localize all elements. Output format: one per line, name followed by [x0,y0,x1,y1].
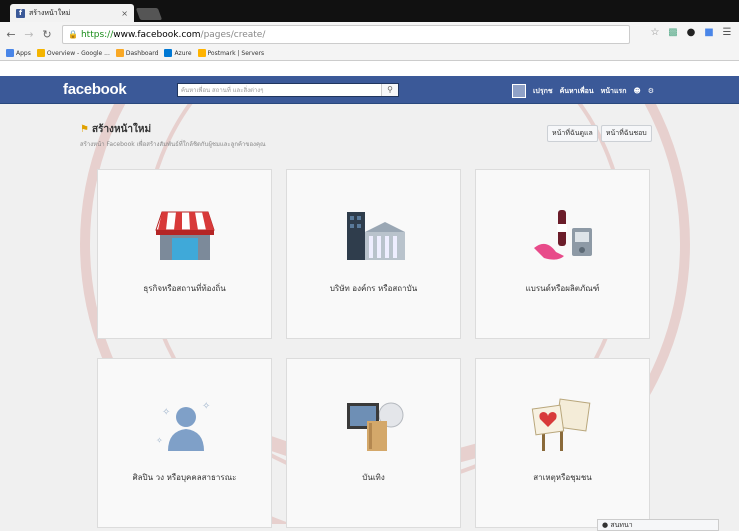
bookmark-overview[interactable]: Overview - Google ... [36,49,110,57]
bookmark-postmark[interactable]: Postmark | Servers [197,49,264,57]
extension-dark-icon[interactable]: ● [685,27,697,39]
nav-profile[interactable]: เปรุกช [533,86,553,97]
menu-icon[interactable]: ☰ [721,27,733,39]
bookmark-apps[interactable]: Apps [6,49,31,57]
category-label: แบรนด์หรือผลิตภัณฑ์ [525,284,600,293]
tab-title: สร้างหน้าใหม่ [29,8,71,17]
extension-color-icon[interactable]: ■ [703,27,715,39]
postmark-icon [197,49,206,57]
back-arrow-icon[interactable]: ← [4,28,18,41]
create-page-content: ⚑ สร้างหน้าใหม่ สร้างหน้า Facebook เพื่อส… [0,104,739,531]
category-label: บันเทิง [362,473,385,482]
browser-tab[interactable]: f สร้างหน้าใหม่ × [10,4,134,22]
category-label: ธุรกิจหรือสถานที่ท้องถิ่น [143,284,226,293]
facebook-nav: เปรุกช ค้นหาเพื่อน หน้าแรก ☻ ⚙ [512,84,654,98]
folder-icon [115,49,124,57]
category-card-brand[interactable]: แบรนด์หรือผลิตภัณฑ์ [475,169,650,339]
apps-icon [6,49,14,57]
url-scheme: https:// [80,29,114,40]
bookmarks-bar: Apps Overview - Google ... Dashboard Azu… [0,46,739,61]
category-card-company[interactable]: บริษัท องค์กร หรือสถาบัน [286,169,461,339]
flag-icon: ⚑ [80,124,89,135]
nav-home[interactable]: หน้าแรก [601,86,627,97]
settings-icon[interactable]: ⚙ [648,87,654,95]
address-bar[interactable]: 🔒 https:// www.facebook.com /pages/creat… [62,25,630,44]
category-label: บริษัท องค์กร หรือสถาบัน [329,284,418,293]
star-bookmark-icon[interactable]: ☆ [649,27,661,39]
public-figure-icon: ✧ ✧ ✧ [156,401,210,451]
brand-products-icon [533,210,592,260]
category-card-local-business[interactable]: ธุรกิจหรือสถานที่ท้องถิ่น [97,169,272,339]
search-icon[interactable]: ⚲ [381,84,398,96]
category-label: สาเหตุหรือชุมชน [533,473,592,482]
folder-icon [36,49,45,57]
nav-find-friends[interactable]: ค้นหาเพื่อน [560,86,594,97]
browser-toolbar: ← → ↻ 🔒 https:// www.facebook.com /pages… [0,22,739,46]
cause-community-icon [531,398,590,451]
chat-sidebar-toggle[interactable]: ● สนทนา [597,519,719,531]
category-label: ศิลปิน วง หรือบุคคลสาธารณะ [132,473,237,482]
avatar[interactable] [512,84,526,98]
page-subtitle: สร้างหน้า Facebook เพื่อสร้างสัมพันธ์ที่… [80,141,266,148]
pages-i-manage-button[interactable]: หน้าที่ฉันดูแล [547,125,598,142]
page-title: ⚑ สร้างหน้าใหม่ [80,124,152,135]
lock-icon: 🔒 [68,30,78,39]
browser-tabstrip: f สร้างหน้าใหม่ × [0,0,739,22]
close-tab-icon[interactable]: × [121,9,128,18]
facebook-favicon-icon: f [16,8,25,18]
category-card-public-figure[interactable]: ✧ ✧ ✧ ศิลปิน วง หรือบุคคลสาธารณะ [97,358,272,528]
facebook-logo[interactable]: facebook [63,81,127,98]
new-tab-button[interactable] [135,8,163,20]
azure-icon [164,49,173,57]
category-card-entertainment[interactable]: บันเทิง [286,358,461,528]
friends-icon[interactable]: ☻ [633,87,640,95]
extension-icon[interactable]: ▩ [667,27,679,39]
reload-icon[interactable]: ↻ [40,28,54,41]
pages-i-like-button[interactable]: หน้าที่ฉันชอบ [600,125,652,142]
svg-text:✧: ✧ [162,407,170,418]
entertainment-icon [346,402,403,451]
facebook-header: facebook ค้นหาเพื่อน สถานที่ และสิ่งต่าง… [0,76,739,104]
facebook-search-input[interactable]: ค้นหาเพื่อน สถานที่ และสิ่งต่างๆ ⚲ [177,83,399,97]
url-path: /pages/create/ [200,29,266,40]
svg-text:✧: ✧ [202,401,210,412]
svg-text:✧: ✧ [156,436,163,445]
bookmark-dashboard[interactable]: Dashboard [115,49,158,57]
store-icon [154,211,215,260]
url-host: www.facebook.com [113,29,201,40]
building-icon [346,212,405,260]
bookmark-azure[interactable]: Azure [164,49,192,57]
forward-arrow-icon[interactable]: → [22,28,36,41]
category-card-cause[interactable]: สาเหตุหรือชุมชน [475,358,650,528]
